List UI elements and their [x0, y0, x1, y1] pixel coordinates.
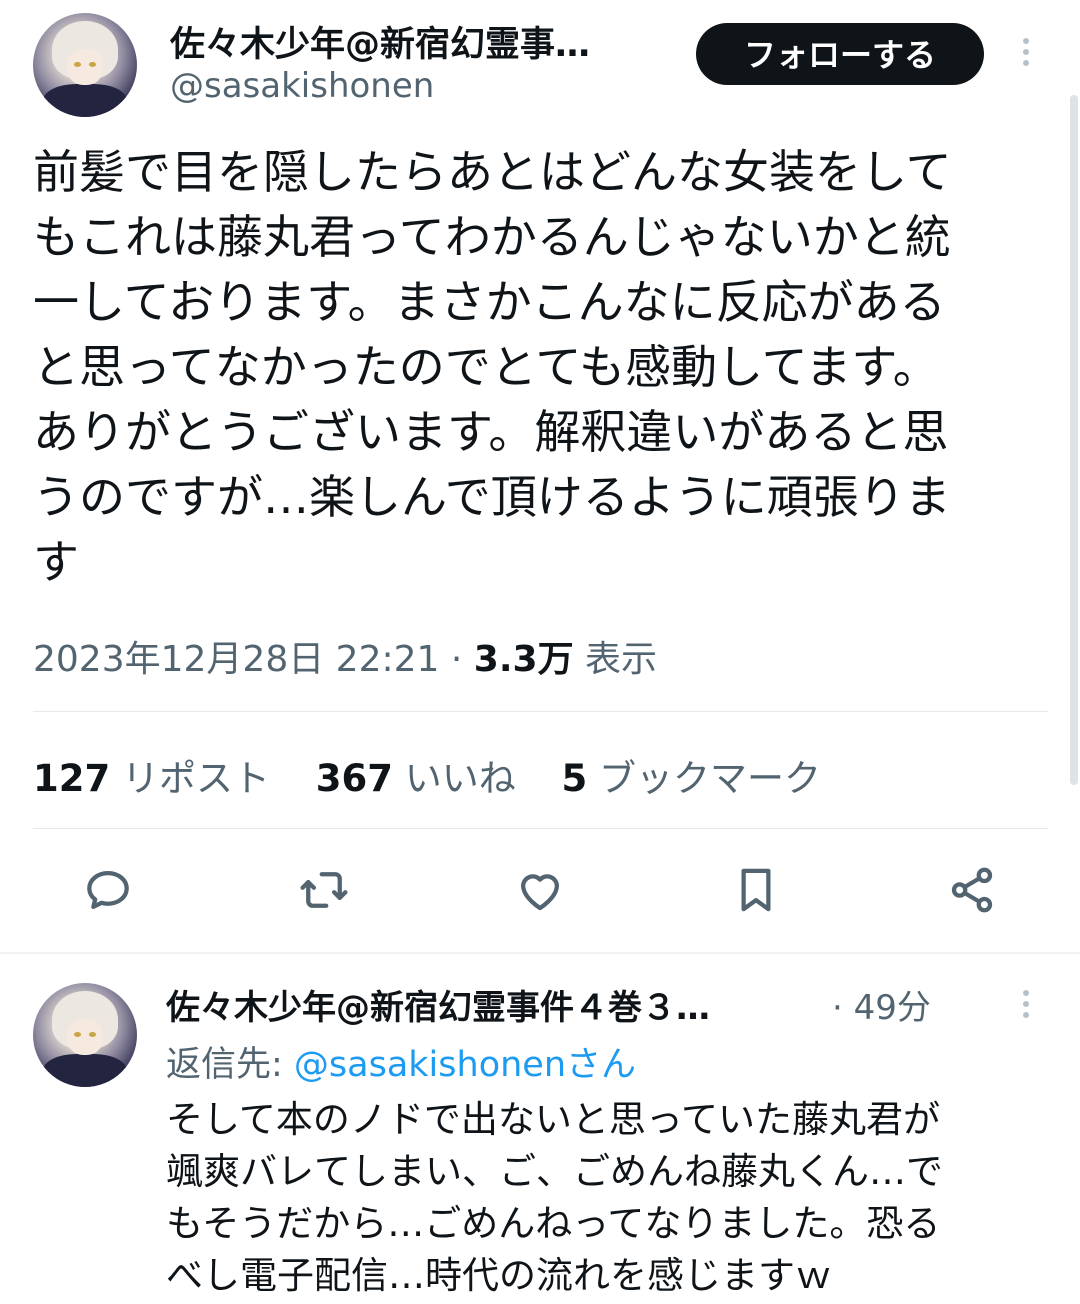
- views-count: 3.3万: [473, 639, 574, 680]
- reply-more-options-icon[interactable]: [1018, 990, 1034, 1018]
- share-icon[interactable]: [942, 860, 1002, 920]
- reply-avatar[interactable]: [33, 983, 137, 1087]
- reply-text: そして本のノドで出ないと思っていた藤丸君が 颯爽バレてしまい、ご、ごめんね藤丸く…: [166, 1098, 943, 1297]
- action-bar: [0, 855, 1080, 925]
- tweet-header: 佐々木少年@新宿幻霊事… @sasakishonen フォローする: [0, 0, 1080, 130]
- engagement-stats: 127 リポスト 367 いいね 5 ブックマーク: [33, 748, 855, 802]
- reposts-count: 127: [33, 757, 111, 800]
- bookmarks-count: 5: [561, 757, 588, 800]
- more-options-icon[interactable]: [1018, 38, 1034, 66]
- reply-timestamp[interactable]: · 49分: [832, 980, 931, 1029]
- repost-icon[interactable]: [294, 860, 354, 920]
- like-icon[interactable]: [510, 860, 570, 920]
- follow-button[interactable]: フォローする: [696, 23, 984, 85]
- author-handle[interactable]: @sasakishonen: [170, 66, 434, 106]
- bookmark-icon[interactable]: [726, 860, 786, 920]
- likes-label: いいね: [404, 757, 516, 800]
- bookmarks-label: ブックマーク: [599, 757, 822, 800]
- meta-separator: ·: [450, 639, 463, 680]
- avatar[interactable]: [33, 13, 137, 117]
- views-label: 表示: [585, 639, 658, 680]
- section-divider: [0, 952, 1080, 954]
- reposts-stat[interactable]: 127 リポスト: [33, 757, 282, 800]
- reply-author-name[interactable]: 佐々木少年@新宿幻霊事件４巻３…: [166, 980, 826, 1029]
- reply-to-label: 返信先:: [166, 1045, 294, 1085]
- divider: [33, 711, 1048, 712]
- tweet-datetime[interactable]: 2023年12月28日 22:21: [33, 639, 439, 680]
- author-display-name[interactable]: 佐々木少年@新宿幻霊事…: [170, 16, 670, 67]
- reply-icon[interactable]: [78, 860, 138, 920]
- reply-to-mention[interactable]: @sasakishonenさん: [294, 1045, 636, 1085]
- likes-stat[interactable]: 367 いいね: [316, 757, 528, 800]
- tweet-text: 前髪で目を隠したらあとはどんな女装をして もこれは藤丸君ってわかるんじゃないかと…: [33, 145, 952, 589]
- tweet-meta: 2023年12月28日 22:21 · 3.3万 表示: [33, 630, 657, 682]
- reply-to-line: 返信先: @sasakishonenさん: [166, 1036, 636, 1087]
- bookmarks-stat[interactable]: 5 ブックマーク: [562, 757, 822, 800]
- likes-count: 367: [315, 757, 393, 800]
- divider: [33, 828, 1048, 829]
- scrollbar[interactable]: [1070, 95, 1078, 785]
- reposts-label: リポスト: [122, 757, 270, 800]
